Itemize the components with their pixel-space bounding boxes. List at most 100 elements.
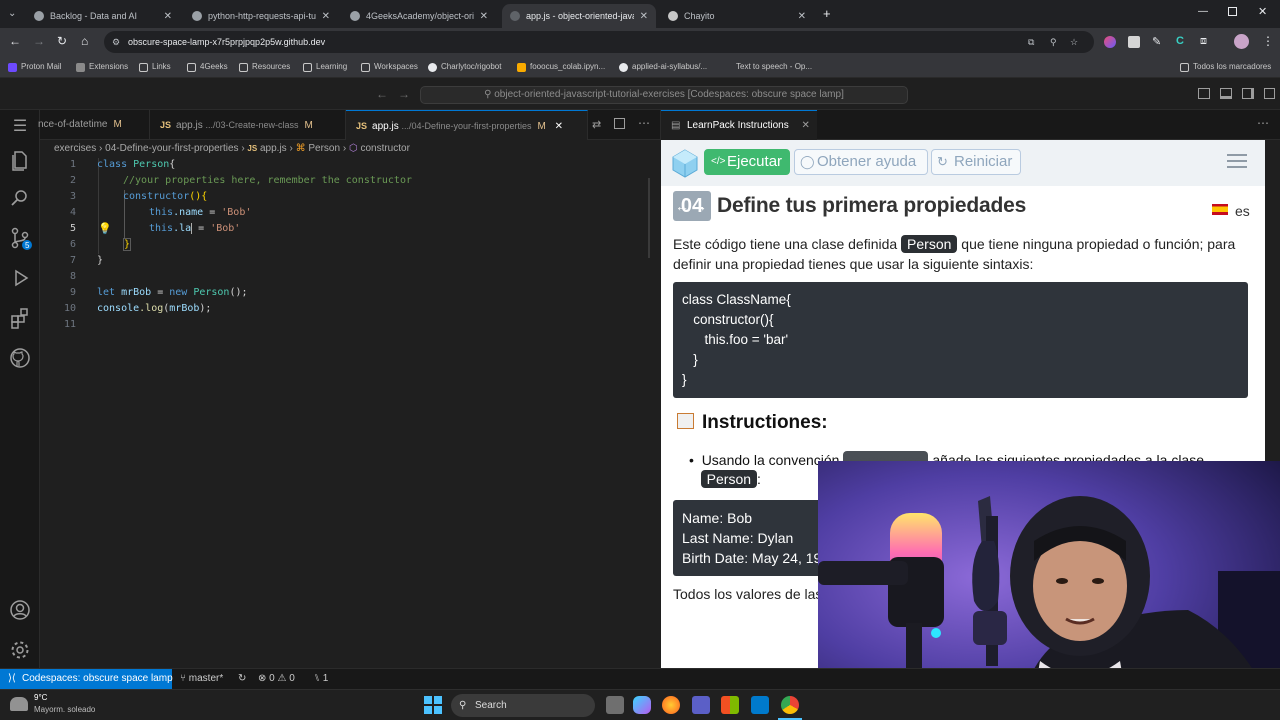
breadcrumb-item[interactable]: 04-Define-your-first-properties [105,143,238,154]
reload-icon[interactable]: ↻ [57,34,67,48]
editor-tab-active[interactable]: JS app.js .../04-Define-your-first-proper… [346,110,588,140]
bookmark-folder[interactable]: Links [139,56,171,78]
taskbar-search[interactable]: ⚲ Search [451,694,595,717]
breadcrumb-item[interactable]: constructor [360,143,409,154]
vscode-icon[interactable] [751,696,769,714]
install-app-icon[interactable]: ⧉ [1028,31,1034,53]
close-icon[interactable]: ✕ [322,11,330,22]
profile-avatar[interactable] [1234,34,1249,49]
address-bar[interactable]: ⚙ obscure-space-lamp-x7r5prpjpqp2p5w.git… [104,31,1094,53]
windows-start-icon[interactable] [424,696,442,714]
chrome-icon[interactable] [781,696,799,714]
command-center[interactable]: ⚲ object-oriented-javascript-tutorial-ex… [420,86,908,104]
bookmark-item[interactable]: fooocus_colab.ipyn... [517,56,605,78]
store-icon[interactable] [721,696,739,714]
bookmark-folder[interactable]: Learning [303,56,347,78]
breadcrumb-item[interactable]: app.js [260,143,287,154]
extension-icon[interactable]: C [1176,35,1184,47]
compare-changes-icon[interactable]: ⇄ [592,118,601,131]
back-icon[interactable]: ← [9,34,21,48]
settings-gear-icon[interactable] [8,638,32,662]
bookmark-star-icon[interactable]: ☆ [1070,31,1078,53]
weather-desc[interactable]: Mayorm. soleado [34,705,95,714]
close-icon[interactable]: ✕ [555,121,563,132]
site-info-icon[interactable]: ⚙ [112,31,120,53]
search-icon[interactable] [8,186,32,210]
teams-icon[interactable] [692,696,710,714]
next-arrow-icon[interactable]: → [693,198,707,214]
spain-flag-icon[interactable] [1212,204,1228,215]
get-help-button[interactable]: ◯ Obtener ayuda [794,149,928,175]
extensions-puzzle-icon[interactable]: ⧈ [1200,35,1207,48]
close-icon[interactable]: ✕ [640,11,648,22]
more-actions-icon[interactable]: ⋯ [638,116,650,130]
extension-icon[interactable] [1128,36,1140,48]
bookmark-item[interactable]: Text to speech - Op... [736,56,812,78]
bookmark-item[interactable]: Extensions [76,56,128,78]
run-debug-icon[interactable] [8,266,32,290]
extension-icon[interactable] [1104,36,1116,48]
forward-icon[interactable]: → [33,34,45,48]
all-bookmarks-folder[interactable]: Todos los marcadores [1180,56,1271,78]
split-editor-icon[interactable] [614,118,625,129]
firefox-icon[interactable] [662,696,680,714]
github-icon[interactable] [8,346,32,370]
tab-search-icon[interactable]: ⌄ [8,8,16,19]
close-icon[interactable]: ✕ [798,11,806,22]
toggle-sidebar-icon[interactable] [1198,88,1210,99]
bookmark-folder[interactable]: 4Geeks [187,56,228,78]
browser-tab-active[interactable]: app.js - object-oriented-javascr ✕ [502,4,656,28]
bookmark-folder[interactable]: Workspaces [361,56,418,78]
language-selector[interactable]: es [1235,203,1250,219]
minimize-button[interactable]: — [1198,6,1208,17]
breadcrumb-item[interactable]: Person [308,143,340,154]
copilot-icon[interactable] [633,696,651,714]
nav-forward-icon[interactable]: → [398,87,410,101]
bookmark-item[interactable]: applied-ai-syllabus/... [619,56,707,78]
customize-layout-icon[interactable] [1264,88,1275,99]
window-close-button[interactable]: ✕ [1258,5,1267,18]
browser-tab[interactable]: 4GeeksAcademy/object-oriente ✕ [342,4,496,28]
zoom-icon[interactable]: ⚲ [1050,31,1057,53]
home-icon[interactable]: ⌂ [81,34,88,48]
more-actions-icon[interactable]: ⋯ [1257,116,1269,130]
close-icon[interactable]: ✕ [480,11,488,22]
lightbulb-icon[interactable]: 💡 [98,222,112,235]
bookmark-item[interactable]: Charlytoc/rigobot [428,56,501,78]
task-view-icon[interactable] [606,696,624,714]
branch-indicator[interactable]: ⑂ master* [180,669,223,689]
close-icon[interactable]: ✕ [164,11,172,22]
extensions-icon[interactable] [8,306,32,330]
bookmark-item[interactable]: Proton Mail [8,56,61,78]
breadcrumb-item[interactable]: exercises [54,143,96,154]
source-control-icon[interactable]: 5 [8,226,32,250]
tab-learnpack-instructions[interactable]: ▤ LearnPack Instructions ✕ [661,110,817,140]
hamburger-menu-icon[interactable] [1227,154,1247,168]
nav-back-icon[interactable]: ← [376,87,388,101]
explorer-icon[interactable] [8,148,32,172]
reset-button[interactable]: ↻ Reiniciar [931,149,1021,175]
toggle-secondary-sidebar-icon[interactable] [1242,88,1254,99]
editor-tab[interactable]: nce-of-datetime M [28,110,150,140]
pen-extension-icon[interactable]: ✎ [1152,35,1161,48]
close-icon[interactable]: ✕ [802,120,810,131]
prev-arrow-icon[interactable]: ← [675,198,689,214]
editor-tab[interactable]: JS app.js .../03-Create-new-class M [150,110,346,140]
scrollbar[interactable] [648,178,650,258]
browser-tab[interactable]: python-http-requests-api-tutor ✕ [184,4,338,28]
sync-icon[interactable]: ↻ [238,669,246,689]
maximize-button[interactable] [1228,7,1237,16]
run-button[interactable]: </> Ejecutar [704,149,790,175]
weather-temp[interactable]: 9°C [34,693,47,702]
menu-kebab-icon[interactable]: ⋮ [1262,34,1274,48]
browser-tab[interactable]: Backlog - Data and AI ✕ [26,4,180,28]
bookmark-folder[interactable]: Resources [239,56,290,78]
new-tab-button[interactable]: + [823,6,831,21]
browser-tab[interactable]: Chayito ✕ [660,4,814,28]
remote-indicator[interactable]: ⟩⟨ Codespaces: obscure space lamp [0,669,173,689]
account-icon[interactable] [8,598,32,622]
code-editor[interactable]: 1 2 3 4 5 6 7 8 9 10 11 class Person{ //… [40,158,660,668]
problems-indicator[interactable]: ⊗ 0 ⚠ 0 [258,669,295,689]
toggle-panel-icon[interactable] [1220,88,1232,99]
ports-indicator[interactable]: ⑊ 1 [314,669,328,689]
